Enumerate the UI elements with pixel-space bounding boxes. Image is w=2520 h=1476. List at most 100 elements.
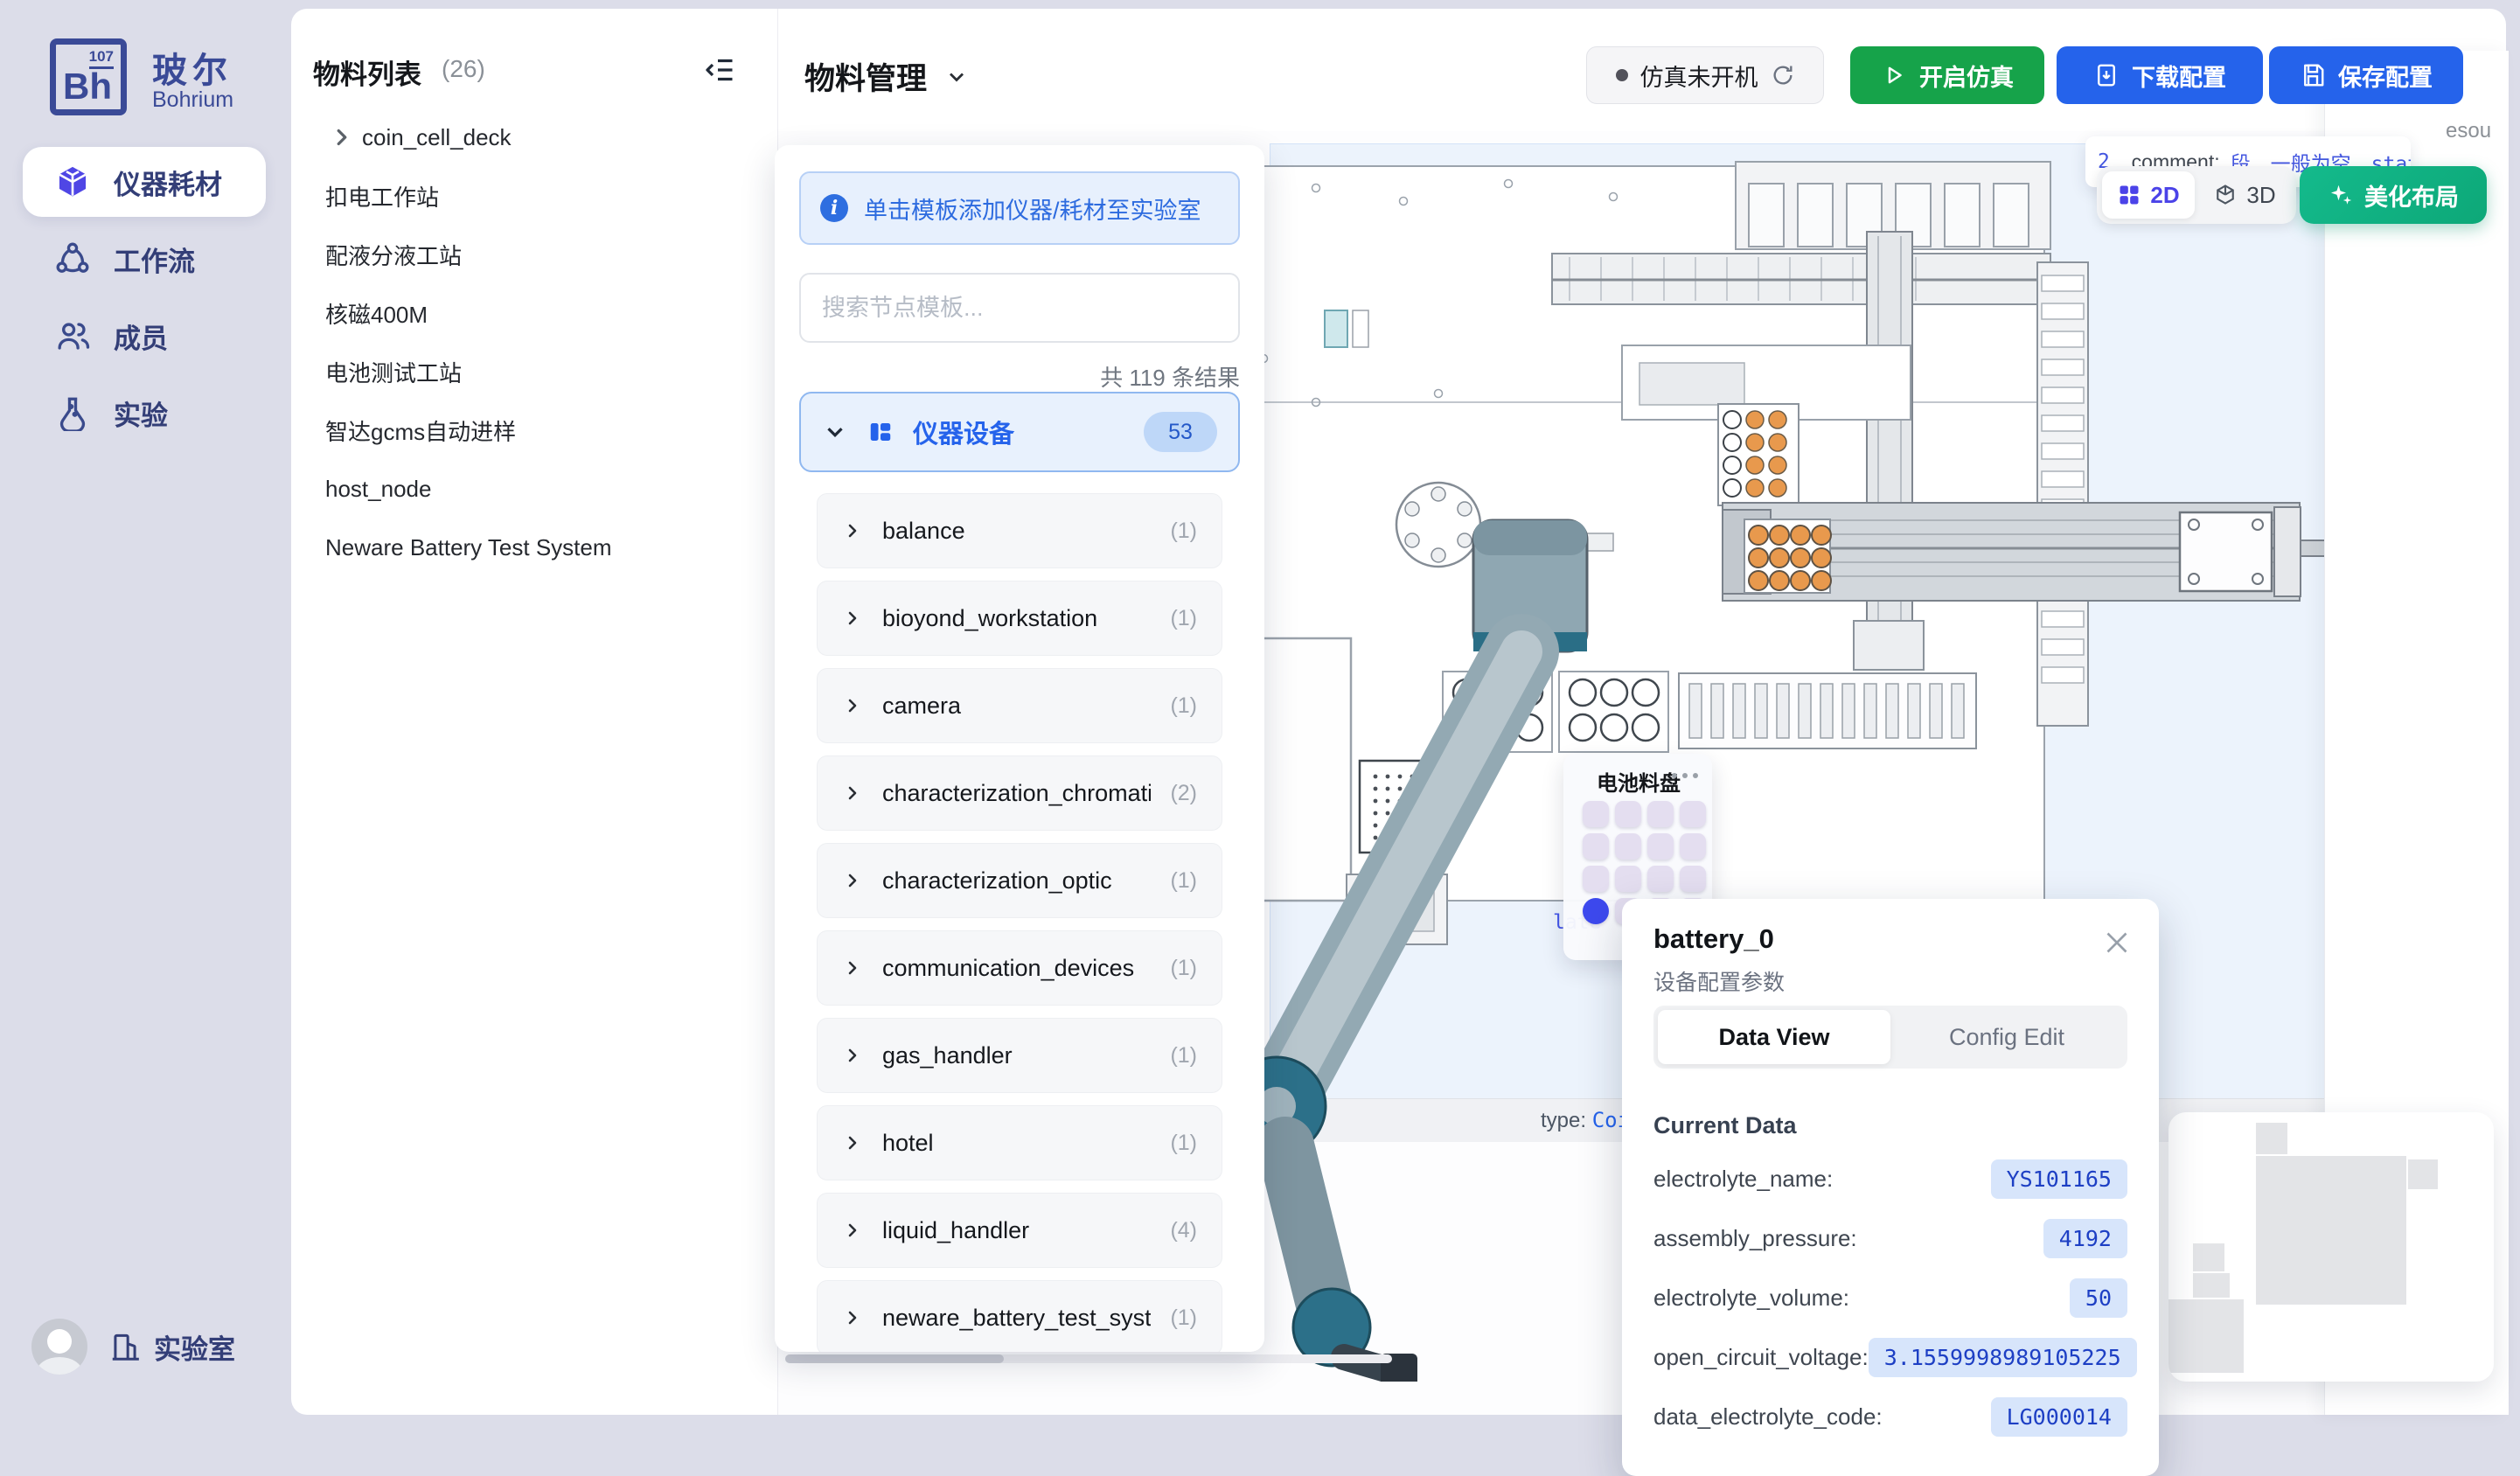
- battery-slot[interactable]: [1680, 833, 1706, 860]
- template-item-bioyond_workstation[interactable]: bioyond_workstation(1): [817, 581, 1222, 656]
- group-instruments[interactable]: 仪器设备 53: [799, 392, 1240, 472]
- template-item-camera[interactable]: camera(1): [817, 668, 1222, 743]
- template-item-communication_devices[interactable]: communication_devices(1): [817, 930, 1222, 1006]
- chevron-right-icon: [842, 1045, 863, 1066]
- battery-slot[interactable]: [1583, 833, 1609, 860]
- battery-slot[interactable]: [1680, 801, 1706, 827]
- chevron-down-icon: [944, 65, 969, 89]
- tree-item-配液分液工站[interactable]: 配液分液工站: [308, 226, 780, 283]
- tab-data-view[interactable]: Data View: [1658, 1010, 1890, 1064]
- template-item-balance[interactable]: balance(1): [817, 493, 1222, 568]
- battery-slot[interactable]: [1615, 866, 1641, 892]
- template-item-neware_battery_test_system[interactable]: neware_battery_test_system(1): [817, 1280, 1222, 1352]
- battery-slot-selected[interactable]: [1583, 898, 1609, 924]
- save-config-button[interactable]: 保存配置: [2269, 46, 2463, 104]
- minimap-block: [2408, 1159, 2438, 1189]
- battery-slot[interactable]: [1647, 801, 1674, 827]
- chevron-right-icon: [842, 957, 863, 978]
- data-key: electrolyte_volume:: [1653, 1285, 1849, 1312]
- tree-item-label: 智达gcms自动进样: [325, 414, 516, 447]
- tree-item-核磁400M[interactable]: 核磁400M: [308, 284, 780, 342]
- tree-item-host_node[interactable]: host_node: [308, 460, 780, 518]
- toggle-2d-button[interactable]: 2D: [2102, 171, 2195, 219]
- sidebar-item-1[interactable]: 仪器耗材: [23, 147, 266, 217]
- popup-title: battery_0: [1653, 923, 1774, 955]
- minimap-block: [2168, 1299, 2244, 1373]
- tree-item-扣电工作站[interactable]: 扣电工作站: [308, 167, 780, 225]
- tree-item-电池测试工站[interactable]: 电池测试工站: [308, 343, 780, 400]
- sim-status-label: 仿真未开机: [1640, 59, 1758, 93]
- template-item-count: (1): [1170, 1305, 1197, 1331]
- data-row-electrolyte_volume: electrolyte_volume:50: [1653, 1273, 2127, 1322]
- battery-popup: battery_0 设备配置参数 Data View Config Edit C…: [1622, 899, 2159, 1476]
- download-config-button[interactable]: 下载配置: [2057, 46, 2263, 104]
- popup-tabs: Data View Config Edit: [1653, 1006, 2127, 1069]
- play-icon: [1881, 62, 1907, 88]
- hint-text: 单击模板添加仪器/耗材至实验室: [864, 191, 1201, 226]
- chevron-right-icon[interactable]: [329, 124, 355, 150]
- sidebar-item-3[interactable]: 成员: [23, 301, 266, 371]
- dimension-toggle: 2D 3D: [2097, 166, 2296, 224]
- template-item-gas_handler[interactable]: gas_handler(1): [817, 1018, 1222, 1093]
- template-search-input[interactable]: [799, 273, 1240, 343]
- tree-item-智达gcms自动进样[interactable]: 智达gcms自动进样: [308, 401, 780, 459]
- template-item-characterization_optic[interactable]: characterization_optic(1): [817, 843, 1222, 918]
- data-key: data_electrolyte_code:: [1653, 1403, 1883, 1431]
- tree-item-label: 扣电工作站: [325, 180, 439, 212]
- members-icon: [54, 317, 91, 354]
- chevron-right-icon: [842, 1307, 863, 1328]
- collapse-panel-icon[interactable]: [705, 54, 736, 86]
- minimap-block: [2193, 1273, 2230, 1298]
- data-row-assembly_pressure: assembly_pressure:4192: [1653, 1214, 2127, 1263]
- tree-item-coin_cell_deck[interactable]: coin_cell_deck: [308, 108, 783, 166]
- template-item-liquid_handler[interactable]: liquid_handler(4): [817, 1193, 1222, 1268]
- sidebar-item-4[interactable]: 实验: [23, 378, 266, 448]
- template-item-list: balance(1) bioyond_workstation(1) camera(1…: [775, 493, 1264, 1352]
- chevron-right-icon: [842, 1220, 863, 1241]
- canvas-hscrollbar-thumb[interactable]: [785, 1354, 1004, 1363]
- sidebar-item-label: 仪器耗材: [114, 163, 222, 202]
- tree-item-Neware Battery Test System[interactable]: Neware Battery Test System: [308, 519, 780, 576]
- tree-item-label: 核磁400M: [325, 297, 428, 330]
- template-item-characterization_chromatic[interactable]: characterization_chromatic(2): [817, 755, 1222, 831]
- group-count-badge: 53: [1144, 412, 1217, 452]
- start-simulation-button[interactable]: 开启仿真: [1850, 46, 2044, 104]
- template-item-count: (1): [1170, 956, 1197, 981]
- template-item-label: gas_handler: [882, 1042, 1151, 1069]
- battery-slot[interactable]: [1615, 801, 1641, 827]
- experiment-icon: [54, 394, 91, 431]
- beautify-layout-button[interactable]: 美化布局: [2300, 166, 2487, 224]
- chevron-down-icon: [822, 419, 848, 445]
- tab-config-edit[interactable]: Config Edit: [1890, 1010, 2123, 1064]
- materials-list-title: 物料列表: [313, 52, 421, 92]
- battery-slot[interactable]: [1647, 833, 1674, 860]
- info-icon: i: [820, 194, 848, 222]
- template-item-count: (1): [1170, 693, 1197, 719]
- template-item-count: (1): [1170, 868, 1197, 894]
- sidebar-item-2[interactable]: 工作流: [23, 224, 266, 294]
- save-icon: [2300, 62, 2326, 88]
- minimap[interactable]: [2168, 1112, 2494, 1382]
- sidebar-footer[interactable]: 实验室: [31, 1317, 268, 1376]
- refresh-icon[interactable]: [1771, 63, 1795, 87]
- sparkles-icon: [2328, 182, 2354, 208]
- minimap-block: [2256, 1123, 2287, 1154]
- template-item-hotel[interactable]: hotel(1): [817, 1105, 1222, 1180]
- workflow-icon: [54, 240, 91, 277]
- page-title[interactable]: 物料管理: [804, 54, 969, 99]
- toggle-3d-button[interactable]: 3D: [2198, 171, 2291, 219]
- chevron-right-icon: [842, 695, 863, 716]
- chevron-right-icon: [842, 870, 863, 891]
- avatar[interactable]: [31, 1319, 87, 1375]
- battery-slot[interactable]: [1583, 801, 1609, 827]
- add-template-hint-banner[interactable]: i 单击模板添加仪器/耗材至实验室: [799, 171, 1240, 245]
- data-row-data_electrolyte_code: data_electrolyte_code:LG000014: [1653, 1392, 2127, 1441]
- close-icon[interactable]: [2101, 927, 2133, 958]
- more-dots-icon[interactable]: [1670, 771, 1700, 780]
- battery-slot[interactable]: [1583, 866, 1609, 892]
- battery-slot[interactable]: [1647, 866, 1674, 892]
- template-item-label: liquid_handler: [882, 1217, 1151, 1244]
- battery-slot[interactable]: [1615, 833, 1641, 860]
- data-row-electrolyte_name: electrolyte_name:YS101165: [1653, 1154, 2127, 1203]
- battery-slot[interactable]: [1680, 866, 1706, 892]
